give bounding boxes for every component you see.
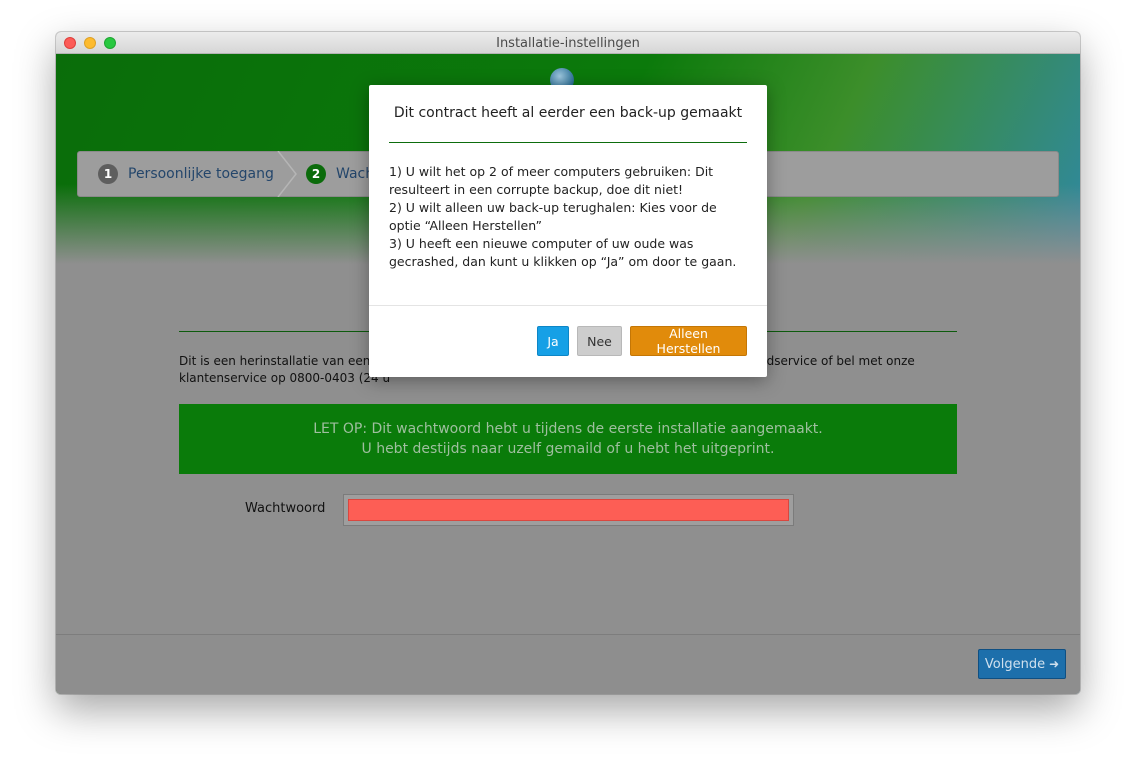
dialog-title-divider (389, 142, 747, 143)
dialog-option-3: 3) U heeft een nieuwe computer of uw oud… (389, 236, 737, 269)
no-button[interactable]: Nee (577, 326, 622, 356)
banner-line-1: LET OP: Dit wachtwoord hebt u tijdens de… (313, 421, 823, 437)
warning-banner: LET OP: Dit wachtwoord hebt u tijdens de… (179, 404, 957, 474)
password-field-wrapper (343, 494, 794, 526)
restore-only-button[interactable]: Alleen Herstellen (630, 326, 747, 356)
dialog-footer-divider (369, 305, 767, 306)
step-number: 2 (306, 164, 326, 184)
minimize-window-button[interactable] (84, 37, 96, 49)
dialog-option-2: 2) U wilt alleen uw back-up terughalen: … (389, 200, 717, 233)
dialog-body: 1) U wilt het op 2 of meer computers geb… (389, 163, 751, 271)
step-password[interactable]: 2 Wach (306, 152, 374, 196)
title-bar: Installatie-instellingen (56, 32, 1080, 54)
yes-button[interactable]: Ja (537, 326, 569, 356)
step-separator-icon (277, 151, 297, 197)
arrow-right-icon: ➜ (1049, 657, 1060, 671)
banner-line-2: U hebt destijds naar uzelf gemaild of u … (361, 441, 775, 457)
footer-bar: Volgende ➜ (56, 634, 1080, 694)
password-input[interactable] (348, 499, 789, 521)
close-window-button[interactable] (64, 37, 76, 49)
zoom-window-button[interactable] (104, 37, 116, 49)
backup-exists-dialog: Dit contract heeft al eerder een back-up… (369, 85, 767, 377)
step-number: 1 (98, 164, 118, 184)
step-label: Persoonlijke toegang (128, 166, 274, 182)
next-button-label: Volgende (984, 656, 1046, 672)
step-personal-access[interactable]: 1 Persoonlijke toegang (98, 152, 274, 196)
next-button[interactable]: Volgende ➜ (978, 649, 1066, 679)
dialog-title: Dit contract heeft al eerder een back-up… (393, 105, 743, 121)
window-title: Installatie-instellingen (496, 36, 640, 51)
password-label: Wachtwoord (245, 501, 326, 516)
info-line-1-rest: udservice of bel met onze (759, 354, 915, 368)
dialog-option-1: 1) U wilt het op 2 of meer computers geb… (389, 164, 714, 197)
